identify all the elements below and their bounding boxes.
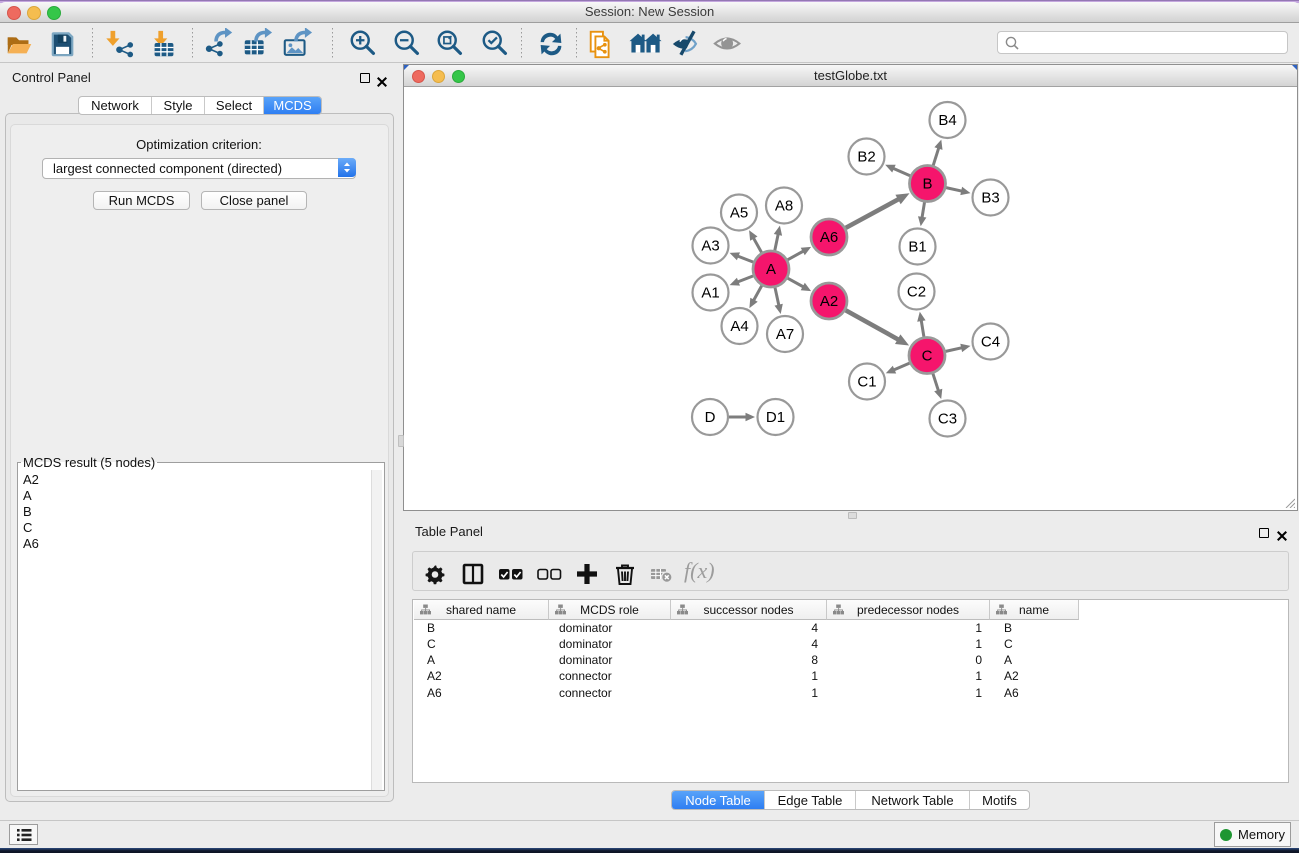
svg-text:B: B: [922, 176, 932, 193]
svg-text:D1: D1: [766, 409, 785, 426]
svg-text:A1: A1: [701, 285, 719, 302]
svg-text:A3: A3: [701, 238, 719, 255]
svg-text:A: A: [766, 261, 776, 278]
svg-text:C4: C4: [981, 334, 1000, 351]
svg-text:D: D: [705, 409, 716, 426]
svg-text:B3: B3: [981, 190, 999, 207]
svg-text:C2: C2: [907, 284, 926, 301]
svg-text:B1: B1: [908, 239, 926, 256]
svg-text:B2: B2: [857, 149, 875, 166]
svg-text:A8: A8: [775, 198, 793, 215]
svg-text:A6: A6: [820, 229, 838, 246]
svg-text:B4: B4: [938, 112, 956, 129]
svg-text:A2: A2: [820, 293, 838, 310]
svg-text:C3: C3: [938, 411, 957, 428]
svg-text:C: C: [922, 348, 933, 365]
svg-text:C1: C1: [857, 374, 876, 391]
svg-text:A5: A5: [730, 205, 748, 222]
svg-text:A7: A7: [776, 326, 794, 343]
svg-text:A4: A4: [730, 318, 748, 335]
